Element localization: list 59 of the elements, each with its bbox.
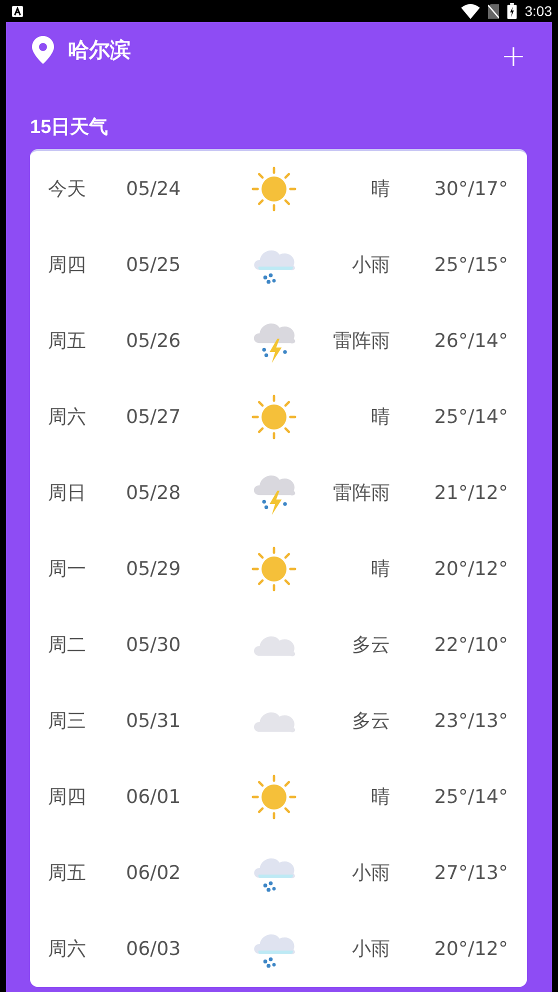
- weather-condition: 多云: [351, 709, 390, 734]
- temperature-range: 26°/14°: [433, 330, 508, 352]
- date-label: 05/31: [126, 710, 182, 732]
- day-label: 周四: [48, 785, 87, 810]
- weather-condition: 晴: [370, 557, 390, 582]
- weather-condition: 多云: [351, 633, 390, 658]
- day-label: 周一: [48, 557, 87, 582]
- day-label: 周四: [48, 253, 87, 278]
- sun-icon: [251, 166, 297, 212]
- add-city-button[interactable]: +: [494, 42, 532, 72]
- temperature-range: 27°/13°: [433, 862, 508, 884]
- cloud-icon: [252, 710, 296, 732]
- date-label: 05/28: [126, 482, 182, 504]
- day-label: 周三: [48, 709, 87, 734]
- app-notification-icon: [12, 6, 23, 16]
- date-label: 05/25: [126, 254, 182, 276]
- date-label: 05/29: [126, 558, 182, 580]
- temperature-range: 25°/15°: [433, 254, 508, 276]
- weather-condition: 晴: [370, 405, 390, 430]
- temperature-range: 30°/17°: [433, 178, 508, 200]
- wifi-icon: [460, 4, 480, 18]
- day-label: 今天: [48, 177, 87, 202]
- date-label: 05/26: [126, 330, 182, 352]
- battery-charging-icon: [506, 3, 517, 19]
- temperature-range: 23°/13°: [433, 710, 508, 732]
- section-title: 15日天气: [30, 116, 110, 140]
- temperature-range: 20°/12°: [433, 938, 508, 960]
- sun-icon: [251, 774, 297, 820]
- day-label: 周五: [48, 861, 87, 886]
- sun-icon: [251, 546, 297, 592]
- day-label: 周日: [48, 481, 87, 506]
- weather-condition: 雷阵雨: [332, 481, 390, 506]
- temperature-range: 21°/12°: [433, 482, 508, 504]
- temperature-range: 22°/10°: [433, 634, 508, 656]
- temperature-range: 20°/12°: [433, 558, 508, 580]
- cloud-icon: [252, 634, 296, 656]
- day-label: 周五: [48, 329, 87, 354]
- date-label: 05/27: [126, 406, 182, 428]
- weather-condition: 小雨: [351, 861, 390, 886]
- weather-condition: 小雨: [351, 937, 390, 962]
- location-pin-icon: [32, 36, 54, 64]
- no-sim-icon: [488, 4, 499, 18]
- day-label: 周二: [48, 633, 87, 658]
- weather-condition: 晴: [370, 785, 390, 810]
- temperature-range: 25°/14°: [433, 406, 508, 428]
- date-label: 06/02: [126, 862, 182, 884]
- day-label: 周六: [48, 405, 87, 430]
- day-label: 周六: [48, 937, 87, 962]
- status-time: 3:03: [524, 3, 552, 19]
- weather-condition: 晴: [370, 177, 390, 202]
- date-label: 06/03: [126, 938, 182, 960]
- weather-condition: 雷阵雨: [332, 329, 390, 354]
- date-label: 05/24: [126, 178, 182, 200]
- temperature-range: 25°/14°: [433, 786, 508, 808]
- date-label: 06/01: [126, 786, 182, 808]
- sun-icon: [251, 394, 297, 440]
- city-name[interactable]: 哈尔滨: [68, 36, 131, 64]
- date-label: 05/30: [126, 634, 182, 656]
- weather-condition: 小雨: [351, 253, 390, 278]
